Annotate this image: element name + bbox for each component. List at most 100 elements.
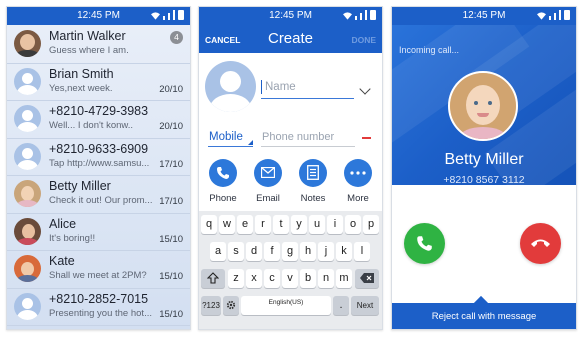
message-item-alice[interactable]: Alice It's boring!! 15/10 — [7, 213, 190, 251]
key-o[interactable]: o — [345, 215, 361, 234]
signal-icon — [163, 16, 165, 20]
key-c[interactable]: c — [264, 269, 280, 288]
message-item-martin-walker[interactable]: Martin Walker Guess where I am. 4 — [7, 25, 190, 64]
keyboard: q w e r t y u i o p a s d f g h j k l z … — [199, 211, 382, 329]
wifi-icon — [537, 12, 546, 20]
phone-placeholder: Phone number — [262, 131, 335, 143]
next-key[interactable]: Next — [351, 296, 379, 315]
message-item-betty-miller[interactable]: Betty Miller Check it out! Our prom... 1… — [7, 175, 190, 214]
phone-icon — [217, 167, 229, 179]
key-f[interactable]: f — [264, 242, 280, 261]
avatar — [14, 142, 41, 170]
backspace-key[interactable] — [355, 269, 379, 288]
contact-name: Alice — [49, 216, 77, 231]
key-z[interactable]: z — [228, 269, 244, 288]
caller-name: Betty Miller — [444, 151, 524, 168]
remove-field-icon[interactable] — [362, 137, 371, 139]
chevron-down-icon[interactable] — [359, 83, 371, 95]
wifi-icon — [343, 12, 352, 20]
incoming-call-label: Incoming call... — [399, 45, 460, 55]
reject-with-message-button[interactable]: Reject call with message — [392, 295, 576, 329]
messages-screen: 12:45 PM Martin Walker Guess where I am.… — [6, 6, 191, 330]
key-a[interactable]: a — [210, 242, 226, 261]
message-date: 17/10 — [159, 196, 183, 207]
period-key[interactable]: . — [333, 296, 349, 315]
reject-message-label: Reject call with message — [431, 311, 537, 322]
name-placeholder: Name — [265, 81, 296, 93]
unread-badge: 4 — [170, 31, 183, 44]
key-d[interactable]: d — [246, 242, 262, 261]
shift-key[interactable] — [201, 269, 225, 288]
wifi-icon — [151, 12, 160, 20]
message-list: Martin Walker Guess where I am. 4 Brian … — [7, 25, 190, 329]
incoming-call-screen: 12:45 PM Incoming call... Betty Miller +… — [391, 6, 577, 330]
key-w[interactable]: w — [219, 215, 235, 234]
key-t[interactable]: t — [273, 215, 289, 234]
message-preview: Tap http://www.samsu... — [49, 157, 150, 169]
space-key[interactable]: English(US) — [241, 296, 331, 315]
dropdown-corner-icon — [248, 140, 253, 145]
message-preview: Check it out! Our prom... — [49, 195, 153, 206]
done-button[interactable]: DONE — [351, 35, 376, 45]
status-bar: 12:45 PM — [392, 7, 576, 25]
action-label: More — [347, 193, 369, 204]
key-q[interactable]: q — [201, 215, 217, 234]
message-item-number[interactable]: +8210-2852-7015 Presenting you the hot..… — [7, 288, 190, 326]
key-h[interactable]: h — [300, 242, 316, 261]
message-item-brian-smith[interactable]: Brian Smith Yes,next week. 20/10 — [7, 63, 190, 101]
avatar — [14, 180, 41, 207]
action-label: Notes — [300, 193, 326, 204]
key-p[interactable]: p — [363, 215, 379, 234]
phone-type-dropdown[interactable]: Mobile — [208, 130, 253, 147]
settings-key[interactable] — [223, 296, 239, 315]
message-preview: Shall we meet at 2PM? — [49, 270, 147, 281]
contact-name: Brian Smith — [49, 66, 114, 81]
message-date: 20/10 — [159, 121, 183, 132]
message-date: 15/10 — [159, 308, 183, 320]
message-item-number[interactable]: +8210-9633-6909 Tap http://www.samsu... … — [7, 138, 190, 176]
notes-icon — [307, 165, 319, 180]
hang-up-icon — [531, 239, 550, 247]
key-y[interactable]: y — [291, 215, 307, 234]
create-contact-screen: 12:45 PM CANCEL Create DONE Name Mobile … — [198, 6, 383, 330]
battery-icon — [178, 10, 184, 20]
shift-icon — [206, 272, 220, 284]
message-date: 15/10 — [159, 233, 183, 245]
contact-name: +8210-4729-3983 — [49, 104, 149, 118]
avatar — [14, 30, 41, 57]
avatar — [14, 292, 41, 320]
message-item-kate[interactable]: Kate Shall we meet at 2PM? 15/10 — [7, 250, 190, 289]
message-preview: Presenting you the hot... — [49, 307, 152, 319]
key-v[interactable]: v — [282, 269, 298, 288]
caller-panel: Incoming call... Betty Miller +8210 8567… — [392, 25, 576, 185]
contact-name: Betty Miller — [49, 179, 111, 193]
key-l[interactable]: l — [354, 242, 370, 261]
key-s[interactable]: s — [228, 242, 244, 261]
key-x[interactable]: x — [246, 269, 262, 288]
language-label: English(US) — [268, 299, 304, 306]
key-r[interactable]: r — [255, 215, 271, 234]
key-m[interactable]: m — [336, 269, 352, 288]
contact-photo-button[interactable] — [205, 61, 256, 112]
create-header: CANCEL Create DONE — [199, 25, 382, 53]
symbols-key[interactable]: ?123 — [201, 296, 221, 315]
caller-photo — [448, 71, 518, 141]
key-k[interactable]: k — [336, 242, 352, 261]
key-i[interactable]: i — [327, 215, 343, 234]
key-e[interactable]: e — [237, 215, 253, 234]
message-preview: Yes,next week. — [49, 82, 113, 94]
message-preview: Guess where I am. — [49, 45, 129, 56]
name-input[interactable]: Name — [261, 78, 354, 99]
key-b[interactable]: b — [300, 269, 316, 288]
avatar — [14, 67, 41, 95]
phone-number-input[interactable]: Phone number — [261, 130, 355, 147]
key-j[interactable]: j — [318, 242, 334, 261]
email-icon — [261, 167, 275, 178]
key-u[interactable]: u — [309, 215, 325, 234]
contact-name: Martin Walker — [49, 29, 126, 43]
answer-call-button[interactable] — [404, 223, 445, 264]
decline-call-button[interactable] — [520, 223, 561, 264]
message-item-number[interactable]: +8210-4729-3983 Well... I don't konw.. 2… — [7, 100, 190, 139]
key-n[interactable]: n — [318, 269, 334, 288]
key-g[interactable]: g — [282, 242, 298, 261]
